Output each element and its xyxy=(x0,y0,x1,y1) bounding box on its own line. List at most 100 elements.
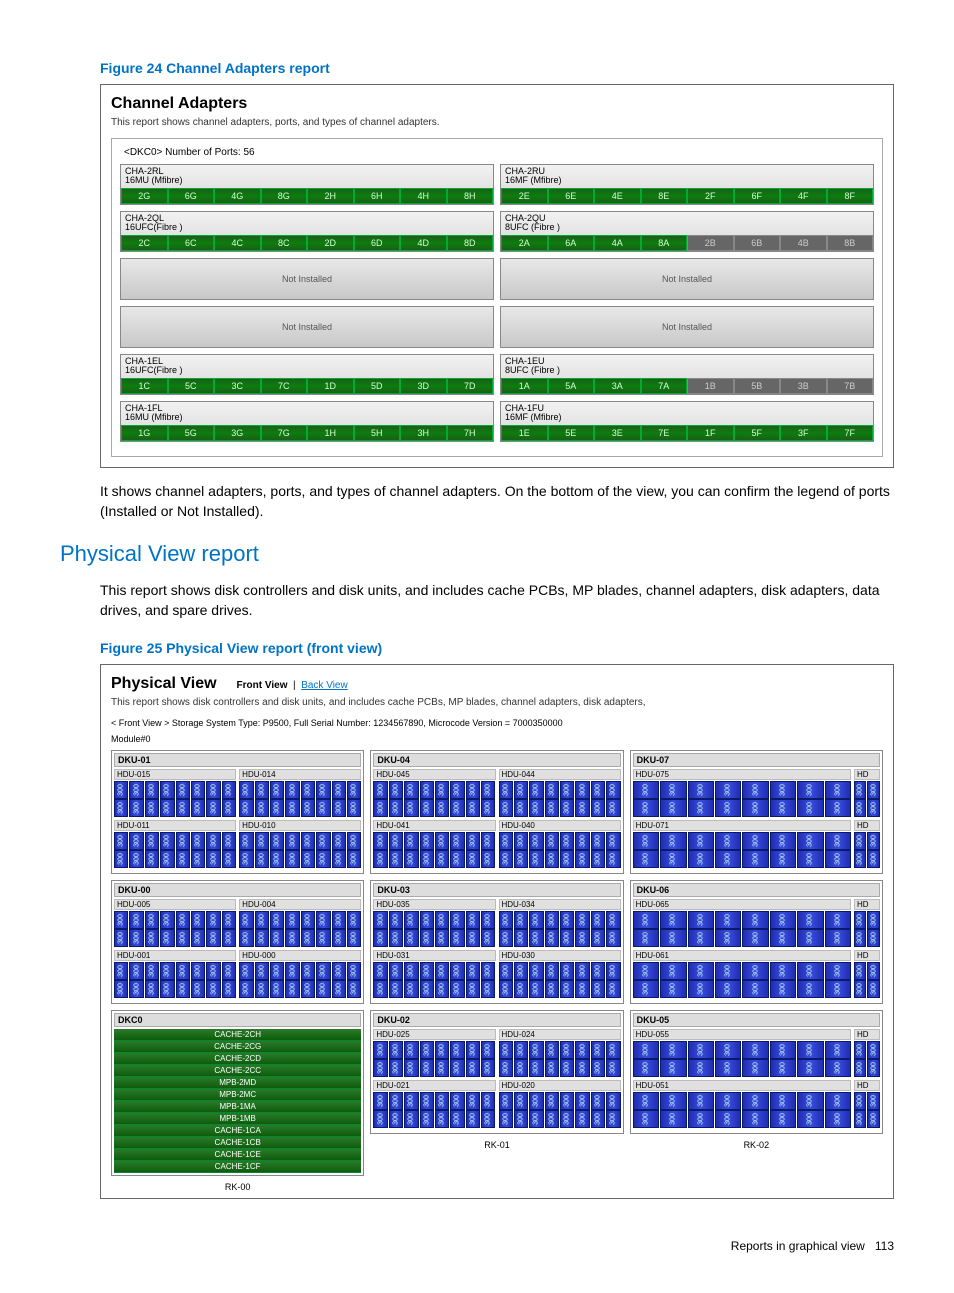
drive-slot[interactable] xyxy=(575,799,589,817)
drive-slot[interactable] xyxy=(499,980,513,998)
drive-slot[interactable] xyxy=(825,850,851,868)
drive-slot[interactable] xyxy=(715,1092,741,1110)
drive-slot[interactable] xyxy=(633,1110,659,1128)
dkc-item[interactable]: CACHE-1CA xyxy=(114,1125,361,1137)
drive-slot[interactable] xyxy=(797,799,823,817)
drive-slot[interactable] xyxy=(770,911,796,929)
drive-slot[interactable] xyxy=(114,962,128,980)
drive-slot[interactable] xyxy=(606,1059,620,1077)
drive-slot[interactable] xyxy=(270,911,284,929)
drive-slot[interactable] xyxy=(514,962,528,980)
drive-slot[interactable] xyxy=(301,911,315,929)
drive-slot[interactable] xyxy=(373,1041,387,1059)
drive-slot[interactable] xyxy=(797,781,823,799)
drive-slot[interactable] xyxy=(239,781,253,799)
drive-slot[interactable] xyxy=(591,799,605,817)
drive-slot[interactable] xyxy=(854,850,867,868)
drive-slot[interactable] xyxy=(222,980,236,998)
port-button[interactable]: 2B xyxy=(687,235,734,251)
drive-slot[interactable] xyxy=(633,781,659,799)
drive-slot[interactable] xyxy=(867,980,880,998)
drive-slot[interactable] xyxy=(797,1059,823,1077)
drive-slot[interactable] xyxy=(420,781,434,799)
drive-slot[interactable] xyxy=(825,962,851,980)
drive-slot[interactable] xyxy=(591,980,605,998)
drive-slot[interactable] xyxy=(301,962,315,980)
drive-slot[interactable] xyxy=(255,911,269,929)
drive-slot[interactable] xyxy=(160,962,174,980)
drive-slot[interactable] xyxy=(420,1092,434,1110)
drive-slot[interactable] xyxy=(404,1059,418,1077)
drive-slot[interactable] xyxy=(560,1092,574,1110)
drive-slot[interactable] xyxy=(688,1059,714,1077)
drive-slot[interactable] xyxy=(770,1092,796,1110)
drive-slot[interactable] xyxy=(270,832,284,850)
drive-slot[interactable] xyxy=(222,962,236,980)
drive-slot[interactable] xyxy=(867,1110,880,1128)
drive-slot[interactable] xyxy=(660,1059,686,1077)
drive-slot[interactable] xyxy=(854,1110,867,1128)
drive-slot[interactable] xyxy=(332,911,346,929)
drive-slot[interactable] xyxy=(742,781,768,799)
drive-slot[interactable] xyxy=(560,962,574,980)
drive-slot[interactable] xyxy=(270,799,284,817)
drive-slot[interactable] xyxy=(239,929,253,947)
drive-slot[interactable] xyxy=(606,799,620,817)
drive-slot[interactable] xyxy=(347,799,361,817)
drive-slot[interactable] xyxy=(715,911,741,929)
port-button[interactable]: 3B xyxy=(780,378,827,394)
drive-slot[interactable] xyxy=(239,832,253,850)
port-button[interactable]: 6H xyxy=(354,188,401,204)
drive-slot[interactable] xyxy=(450,1092,464,1110)
drive-slot[interactable] xyxy=(435,850,449,868)
drive-slot[interactable] xyxy=(575,1092,589,1110)
drive-slot[interactable] xyxy=(129,832,143,850)
drive-slot[interactable] xyxy=(770,832,796,850)
drive-slot[interactable] xyxy=(770,781,796,799)
drive-slot[interactable] xyxy=(373,1092,387,1110)
drive-slot[interactable] xyxy=(420,911,434,929)
drive-slot[interactable] xyxy=(797,980,823,998)
drive-slot[interactable] xyxy=(389,980,403,998)
drive-slot[interactable] xyxy=(575,1110,589,1128)
drive-slot[interactable] xyxy=(255,980,269,998)
drive-slot[interactable] xyxy=(332,962,346,980)
drive-slot[interactable] xyxy=(222,929,236,947)
drive-slot[interactable] xyxy=(606,929,620,947)
drive-slot[interactable] xyxy=(481,850,495,868)
drive-slot[interactable] xyxy=(301,781,315,799)
drive-slot[interactable] xyxy=(575,832,589,850)
port-button[interactable]: 1A xyxy=(501,378,548,394)
port-button[interactable]: 6D xyxy=(354,235,401,251)
drive-slot[interactable] xyxy=(560,799,574,817)
drive-slot[interactable] xyxy=(825,1110,851,1128)
drive-slot[interactable] xyxy=(404,911,418,929)
port-button[interactable]: 2A xyxy=(501,235,548,251)
drive-slot[interactable] xyxy=(420,850,434,868)
drive-slot[interactable] xyxy=(389,781,403,799)
port-button[interactable]: 8C xyxy=(261,235,308,251)
drive-slot[interactable] xyxy=(222,911,236,929)
drive-slot[interactable] xyxy=(633,832,659,850)
drive-slot[interactable] xyxy=(435,799,449,817)
drive-slot[interactable] xyxy=(129,962,143,980)
port-button[interactable]: 4E xyxy=(594,188,641,204)
drive-slot[interactable] xyxy=(545,1092,559,1110)
port-button[interactable]: 4A xyxy=(594,235,641,251)
drive-slot[interactable] xyxy=(545,781,559,799)
drive-slot[interactable] xyxy=(466,929,480,947)
drive-slot[interactable] xyxy=(867,1092,880,1110)
drive-slot[interactable] xyxy=(688,929,714,947)
port-button[interactable]: 5B xyxy=(734,378,781,394)
drive-slot[interactable] xyxy=(404,832,418,850)
drive-slot[interactable] xyxy=(770,1110,796,1128)
drive-slot[interactable] xyxy=(481,1110,495,1128)
port-button[interactable]: 7E xyxy=(641,425,688,441)
dkc-item[interactable]: CACHE-1CE xyxy=(114,1149,361,1161)
drive-slot[interactable] xyxy=(633,929,659,947)
drive-slot[interactable] xyxy=(660,962,686,980)
port-button[interactable]: 6G xyxy=(168,188,215,204)
drive-slot[interactable] xyxy=(606,832,620,850)
port-button[interactable]: 3A xyxy=(594,378,641,394)
drive-slot[interactable] xyxy=(176,980,190,998)
